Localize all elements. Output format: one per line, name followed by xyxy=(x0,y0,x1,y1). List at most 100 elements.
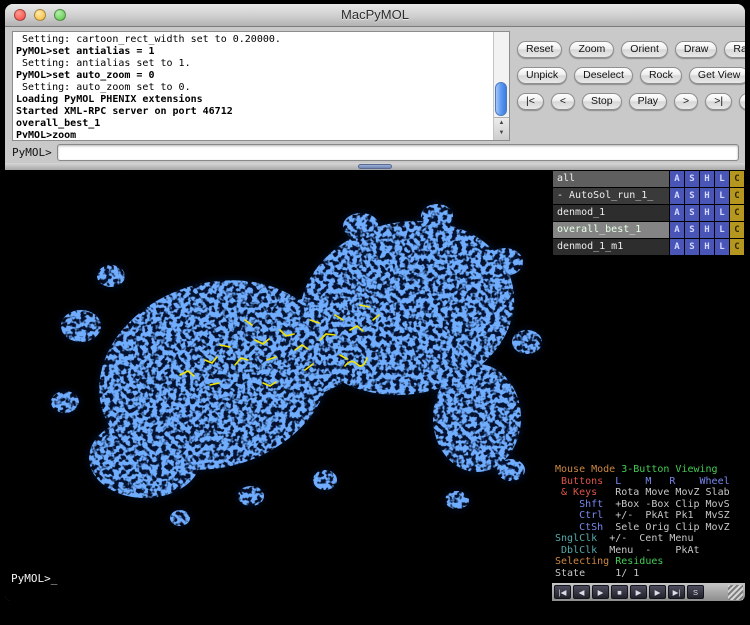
viewport-prompt: PyMOL>_ xyxy=(11,572,57,585)
splitter-handle[interactable] xyxy=(358,164,392,169)
object-s-button[interactable]: S xyxy=(685,222,699,238)
console-line: Setting: auto_zoom set to 0. xyxy=(16,82,492,94)
object-c-button[interactable]: C xyxy=(730,171,744,187)
object-name[interactable]: denmod_1 xyxy=(553,205,669,221)
resize-grip[interactable] xyxy=(728,585,743,600)
mouse-panel-line: SnglClk +/- Cent Menu xyxy=(555,533,730,545)
mouse-panel-line: State 1/ 1 xyxy=(555,568,730,580)
console-line: Started XML-RPC server on port 46712 xyxy=(16,106,492,118)
console-line: PyMOL>set auto_zoom = 0 xyxy=(16,70,492,82)
toolbar-button-reset[interactable]: Reset xyxy=(517,41,562,58)
movie-step-back-button[interactable]: ◀ xyxy=(573,585,590,599)
object-l-button[interactable]: L xyxy=(715,239,729,255)
object-c-button[interactable]: C xyxy=(730,188,744,204)
object-h-button[interactable]: H xyxy=(700,222,714,238)
console-line: PyMOL>zoom xyxy=(16,130,492,138)
object-name[interactable]: all xyxy=(553,171,669,187)
movie-stop-button[interactable]: ■ xyxy=(611,585,628,599)
object-h-button[interactable]: H xyxy=(700,188,714,204)
object-l-button[interactable]: L xyxy=(715,171,729,187)
console-output[interactable]: Setting: cartoon_rect_width set to 0.200… xyxy=(12,31,510,141)
object-row: - AutoSol_run_1_ASHLC xyxy=(553,188,744,204)
console-scrollbar[interactable]: ▲▼ xyxy=(493,32,509,140)
toolbar-button-stop[interactable]: Stop xyxy=(582,93,622,110)
console-line: Loading PyMOL PHENIX extensions xyxy=(16,94,492,106)
movie-bar: |◀◀▶■▶▶▶|S xyxy=(552,583,745,601)
console-line: Setting: cartoon_rect_width set to 0.200… xyxy=(16,34,492,46)
object-a-button[interactable]: A xyxy=(670,188,684,204)
mouse-panel-line: Buttons L M R Wheel xyxy=(555,476,730,488)
3d-viewport[interactable]: PyMOL>_ xyxy=(5,170,552,601)
command-row: PyMOL> xyxy=(12,144,739,161)
toolbar-button-movie-forward[interactable]: > xyxy=(674,93,698,110)
scrollbar-arrows[interactable]: ▲▼ xyxy=(494,117,509,140)
object-s-button[interactable]: S xyxy=(685,205,699,221)
object-a-button[interactable]: A xyxy=(670,171,684,187)
toolbar-button-play[interactable]: Play xyxy=(629,93,667,110)
object-c-button[interactable]: C xyxy=(730,239,744,255)
toolbar-button-movie-back[interactable]: < xyxy=(551,93,575,110)
object-a-button[interactable]: A xyxy=(670,205,684,221)
mouse-panel-line: Selecting Residues xyxy=(555,556,730,568)
mouse-panel-line: Mouse Mode 3-Button Viewing xyxy=(555,464,730,476)
density-mesh[interactable] xyxy=(5,170,552,601)
object-l-button[interactable]: L xyxy=(715,222,729,238)
toolbar-button-unpick[interactable]: Unpick xyxy=(517,67,567,84)
mouse-panel-line: Ctrl +/- PkAt Pk1 MvSZ xyxy=(555,510,730,522)
pane-splitter[interactable] xyxy=(5,163,745,170)
toolbar-button-movie-first[interactable]: |< xyxy=(517,93,544,110)
object-l-button[interactable]: L xyxy=(715,205,729,221)
window-title: MacPyMOL xyxy=(5,7,745,22)
toolbar-button-rock[interactable]: Rock xyxy=(640,67,682,84)
movie-step-forward-button[interactable]: ▶ xyxy=(649,585,666,599)
toolbar-button-get-view[interactable]: Get View xyxy=(689,67,745,84)
mouse-panel: Mouse Mode 3-Button Viewing Buttons L M … xyxy=(555,464,730,579)
object-h-button[interactable]: H xyxy=(700,171,714,187)
object-name[interactable]: denmod_1_m1 xyxy=(553,239,669,255)
toolbar-button-orient[interactable]: Orient xyxy=(621,41,668,58)
toolbar-button-deselect[interactable]: Deselect xyxy=(574,67,633,84)
command-prompt-label: PyMOL> xyxy=(12,146,52,159)
movie-scene-button[interactable]: S xyxy=(687,585,704,599)
console-line: PyMOL>set antialias = 1 xyxy=(16,46,492,58)
movie-start-button[interactable]: |◀ xyxy=(554,585,571,599)
scrollbar-thumb[interactable] xyxy=(495,82,507,116)
main-area: PyMOL>_ allASHLC- AutoSol_run_1_ASHLCden… xyxy=(5,170,745,601)
object-c-button[interactable]: C xyxy=(730,222,744,238)
object-a-button[interactable]: A xyxy=(670,239,684,255)
movie-bar-buttons: |◀◀▶■▶▶▶|S xyxy=(554,585,704,599)
movie-play-button[interactable]: ▶ xyxy=(630,585,647,599)
macpymol-window: MacPyMOL Setting: cartoon_rect_width set… xyxy=(5,4,745,601)
object-c-button[interactable]: C xyxy=(730,205,744,221)
mouse-panel-line: DblClk Menu - PkAt xyxy=(555,545,730,557)
movie-end-button[interactable]: ▶| xyxy=(668,585,685,599)
toolbar-button-draw[interactable]: Draw xyxy=(675,41,718,58)
title-bar[interactable]: MacPyMOL xyxy=(5,4,745,27)
object-a-button[interactable]: A xyxy=(670,222,684,238)
toolbar-button-movie-last[interactable]: >| xyxy=(705,93,732,110)
toolbar: ResetZoomOrientDrawRayUnpickDeselectRock… xyxy=(517,41,740,110)
console-line: overall_best_1 xyxy=(16,118,492,130)
toolbar-button-mclear[interactable]: MClear xyxy=(739,93,745,110)
mouse-panel-line: CtSh Sele Orig Clip MovZ xyxy=(555,522,730,534)
object-h-button[interactable]: H xyxy=(700,239,714,255)
console-line: Setting: antialias set to 1. xyxy=(16,58,492,70)
console-log: Setting: cartoon_rect_width set to 0.200… xyxy=(16,34,492,138)
object-s-button[interactable]: S xyxy=(685,188,699,204)
object-row: overall_best_1ASHLC xyxy=(553,222,744,238)
command-input[interactable] xyxy=(57,144,739,161)
object-list: allASHLC- AutoSol_run_1_ASHLCdenmod_1ASH… xyxy=(553,171,744,256)
movie-play-back-button[interactable]: ▶ xyxy=(592,585,609,599)
toolbar-button-ray[interactable]: Ray xyxy=(724,41,745,58)
object-s-button[interactable]: S xyxy=(685,239,699,255)
mouse-panel-line: & Keys Rota Move MovZ Slab xyxy=(555,487,730,499)
object-name[interactable]: - AutoSol_run_1_ xyxy=(553,188,669,204)
object-row: denmod_1_m1ASHLC xyxy=(553,239,744,255)
object-h-button[interactable]: H xyxy=(700,205,714,221)
object-name[interactable]: overall_best_1 xyxy=(553,222,669,238)
object-l-button[interactable]: L xyxy=(715,188,729,204)
toolbar-button-zoom[interactable]: Zoom xyxy=(569,41,614,58)
object-row: denmod_1ASHLC xyxy=(553,205,744,221)
object-s-button[interactable]: S xyxy=(685,171,699,187)
mouse-panel-line: Shft +Box -Box Clip MovS xyxy=(555,499,730,511)
